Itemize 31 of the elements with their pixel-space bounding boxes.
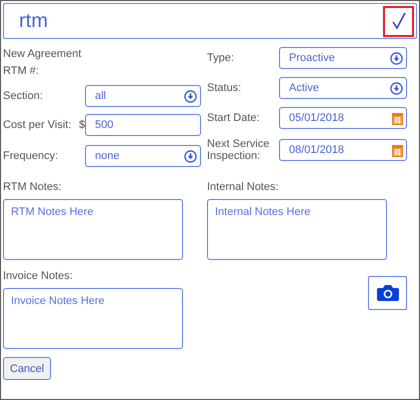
field-label: Type: [207, 52, 235, 64]
calendar-icon[interactable] [392, 112, 403, 124]
notes-field[interactable]: Invoice Notes Here [3, 288, 183, 349]
field-label: Internal Notes: [207, 181, 280, 194]
cancel-button[interactable]: Cancel [3, 357, 51, 380]
dropdown[interactable]: none [85, 145, 201, 167]
dropdown[interactable]: all [85, 85, 201, 107]
notes-field[interactable]: Internal Notes Here [207, 199, 387, 260]
notes-field[interactable]: RTM Notes Here [3, 199, 183, 260]
field-label: Section: [3, 90, 44, 102]
agreement-heading: New Agreement [3, 48, 82, 61]
confirm-button[interactable] [383, 6, 414, 36]
date-field[interactable]: 08/01/2018 [279, 139, 407, 161]
dropdown[interactable]: Active [279, 77, 407, 99]
date-field[interactable]: 05/01/2018 [279, 107, 407, 129]
currency-symbol: $ [79, 119, 85, 131]
page-title: rtm [19, 10, 48, 32]
field-label: RTM Notes: [3, 181, 62, 194]
field-label: Status: [207, 82, 242, 94]
agreement-number-label: RTM #: [3, 65, 40, 78]
input-field[interactable]: 500 [85, 114, 201, 136]
checkmark-icon [392, 12, 406, 30]
camera-button[interactable] [368, 276, 407, 310]
field-label: Invoice Notes: [3, 270, 74, 283]
field-label: Next Service Inspection: [207, 138, 270, 162]
field-label: Start Date: [207, 112, 261, 124]
field-label: Cost per Visit: [3, 119, 72, 131]
dropdown[interactable]: Proactive [279, 47, 407, 69]
calendar-icon[interactable] [392, 144, 403, 156]
camera-icon [376, 284, 398, 302]
field-label: Frequency: [3, 150, 60, 162]
